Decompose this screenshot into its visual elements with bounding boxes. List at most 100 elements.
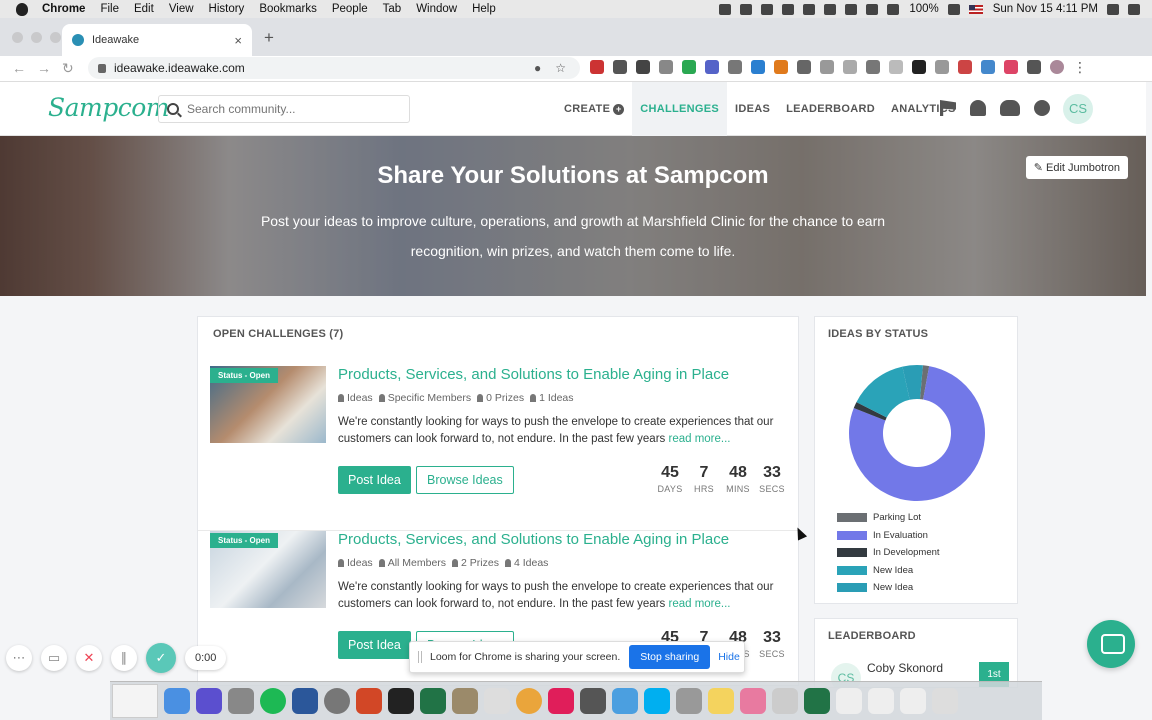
system-preferences-icon[interactable]	[324, 688, 350, 714]
menu-help[interactable]: Help	[472, 3, 496, 15]
menu-window[interactable]: Window	[416, 3, 457, 15]
powerpoint-icon[interactable]	[356, 688, 382, 714]
gear-icon[interactable]	[1034, 100, 1050, 116]
hide-button[interactable]: Hide	[718, 651, 740, 663]
challenge-thumbnail[interactable]: Status - Open	[210, 366, 326, 443]
read-more-link[interactable]: read more...	[668, 598, 730, 610]
search-box[interactable]	[158, 95, 410, 123]
preview-icon[interactable]	[676, 688, 702, 714]
finder-icon[interactable]	[164, 688, 190, 714]
forward-icon[interactable]: →	[37, 60, 51, 76]
edit-jumbotron-button[interactable]: ✎ Edit Jumbotron	[1025, 156, 1128, 179]
stop-sharing-button[interactable]: Stop sharing	[629, 645, 711, 669]
clipboard-icon[interactable]	[803, 3, 816, 15]
more-options-icon[interactable]: ⋯	[6, 645, 32, 671]
profile-icon[interactable]	[1050, 60, 1064, 74]
terminal-icon[interactable]	[388, 688, 414, 714]
wifi-icon[interactable]	[866, 3, 879, 15]
user-avatar[interactable]: CS	[1063, 94, 1093, 124]
document-icon[interactable]	[836, 688, 862, 714]
word-icon[interactable]	[292, 688, 318, 714]
extension-icon[interactable]	[958, 60, 972, 74]
extension-icon[interactable]	[636, 60, 650, 74]
search-input[interactable]	[187, 102, 387, 116]
camera-icon[interactable]	[740, 3, 753, 15]
menu-edit[interactable]: Edit	[134, 3, 154, 15]
bluetooth-icon[interactable]	[845, 3, 858, 15]
extension-icon[interactable]	[774, 60, 788, 74]
excel-doc-icon[interactable]	[804, 688, 830, 714]
puzzle-extensions-icon[interactable]	[1027, 60, 1041, 74]
extension-icon[interactable]	[705, 60, 719, 74]
volume-icon[interactable]	[887, 3, 900, 15]
reload-icon[interactable]: ↻	[62, 60, 74, 77]
address-bar[interactable]: ideawake.ideawake.com ● ☆	[88, 57, 580, 79]
chat-bubble-icon[interactable]	[1087, 620, 1135, 668]
extension-icon[interactable]	[935, 60, 949, 74]
slack-icon[interactable]	[548, 688, 574, 714]
bell-icon[interactable]	[970, 100, 986, 116]
tab-close-icon[interactable]: ×	[234, 33, 242, 48]
menu-history[interactable]: History	[209, 3, 245, 15]
extension-icon[interactable]	[866, 60, 880, 74]
nav-ideas[interactable]: IDEAS	[727, 82, 778, 136]
menu-bookmarks[interactable]: Bookmarks	[259, 3, 317, 15]
battery-percent[interactable]: 100%	[909, 3, 938, 15]
extension-icon[interactable]	[1004, 60, 1018, 74]
legend-item[interactable]: New Idea	[837, 562, 940, 580]
notes-icon[interactable]	[708, 688, 734, 714]
browser-menu-icon[interactable]: ⋮	[1073, 60, 1087, 74]
menu-people[interactable]: People	[332, 3, 368, 15]
launchpad-icon[interactable]	[228, 688, 254, 714]
app-icon[interactable]	[772, 688, 798, 714]
sublime-icon[interactable]	[452, 688, 478, 714]
extension-icon[interactable]	[659, 60, 673, 74]
menu-view[interactable]: View	[169, 3, 194, 15]
post-idea-button[interactable]: Post Idea	[338, 631, 411, 659]
nav-leaderboard[interactable]: LEADERBOARD	[778, 82, 883, 136]
extension-icon[interactable]	[797, 60, 811, 74]
skype-icon[interactable]	[644, 688, 670, 714]
browser-tab[interactable]: Ideawake ×	[62, 24, 252, 56]
back-icon[interactable]: ←	[12, 60, 26, 76]
siri-icon[interactable]	[196, 688, 222, 714]
cancel-recording-icon[interactable]: ✕	[76, 645, 102, 671]
users-icon[interactable]	[1000, 100, 1020, 116]
browse-ideas-button[interactable]: Browse Ideas	[416, 466, 514, 494]
time-machine-icon[interactable]	[824, 3, 837, 15]
legend-item[interactable]: New Idea	[837, 579, 940, 597]
extension-icon[interactable]	[590, 60, 604, 74]
legend-item[interactable]: In Development	[837, 544, 940, 562]
camera-toggle-icon[interactable]: ▭	[41, 645, 67, 671]
app-icon[interactable]	[612, 688, 638, 714]
lock-icon[interactable]	[98, 63, 106, 73]
read-more-link[interactable]: read more...	[668, 433, 730, 445]
extension-icon[interactable]	[981, 60, 995, 74]
clock[interactable]: Sun Nov 15 4:11 PM	[993, 3, 1098, 15]
minimize-window-icon[interactable]	[31, 32, 42, 43]
nav-create[interactable]: CREATE +	[556, 82, 632, 136]
battery-icon[interactable]	[947, 3, 960, 15]
evernote-extension-icon[interactable]	[682, 60, 696, 74]
voice-search-icon[interactable]: ●	[534, 61, 541, 75]
close-window-icon[interactable]	[12, 32, 23, 43]
bookmark-star-icon[interactable]: ☆	[555, 61, 566, 75]
us-flag-icon[interactable]	[968, 4, 983, 14]
evernote-icon[interactable]	[782, 3, 795, 15]
leaderboard-name[interactable]: Coby Skonord	[867, 661, 943, 675]
challenge-title[interactable]: Products, Services, and Solutions to Ena…	[338, 366, 729, 383]
extension-icon[interactable]	[820, 60, 834, 74]
new-tab-icon[interactable]: +	[264, 28, 274, 48]
legend-item[interactable]: Parking Lot	[837, 509, 940, 527]
challenge-thumbnail[interactable]: Status - Open	[210, 531, 326, 608]
extension-icon[interactable]	[912, 60, 926, 74]
finish-recording-icon[interactable]: ✓	[146, 643, 176, 673]
mic-icon[interactable]	[719, 3, 732, 15]
document-icon[interactable]	[900, 688, 926, 714]
status-donut-chart[interactable]	[847, 363, 987, 503]
menu-chrome[interactable]: Chrome	[42, 3, 85, 15]
nav-challenges[interactable]: CHALLENGES	[632, 82, 727, 136]
loom-icon[interactable]	[761, 3, 774, 15]
legend-item[interactable]: In Evaluation	[837, 527, 940, 545]
chrome-icon[interactable]	[516, 688, 542, 714]
